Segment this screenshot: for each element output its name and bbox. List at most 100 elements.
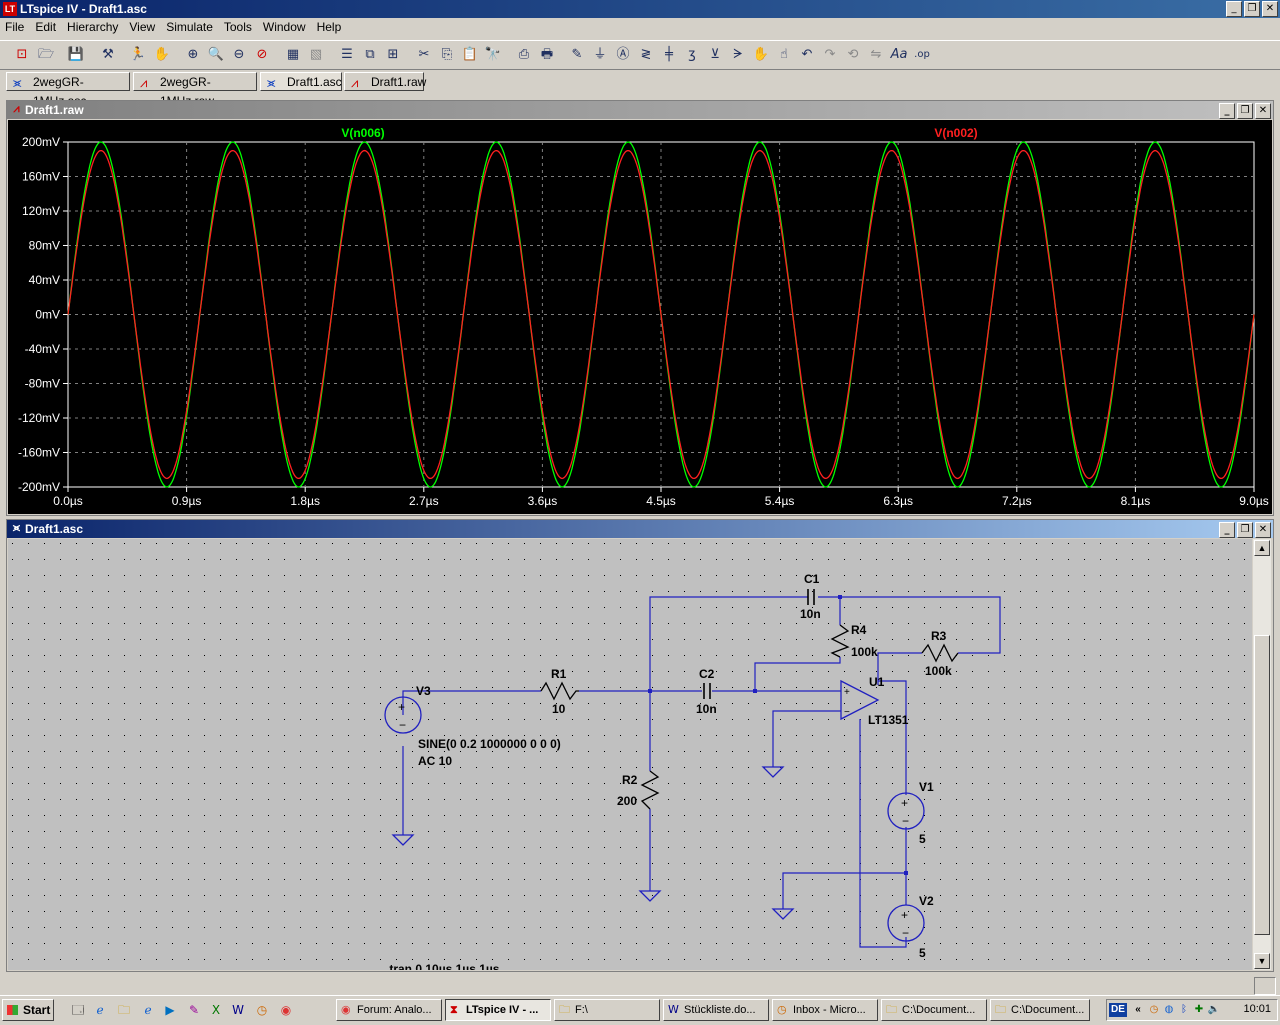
ie-icon[interactable]: ℯ <box>92 1002 108 1018</box>
print-setup-icon[interactable]: ⎙ <box>514 45 534 65</box>
bluetooth-icon[interactable]: ᛒ <box>1177 1003 1191 1017</box>
find-icon[interactable]: 🔭 <box>483 45 503 65</box>
tab-2weggr-raw[interactable]: ⩘ 2wegGR-1MHz.raw <box>133 72 257 108</box>
label-net-icon[interactable]: Ⓐ <box>613 45 633 65</box>
mark-y-icon[interactable]: ▧ <box>306 45 326 65</box>
waveform-chart[interactable]: 0.0µs 0.9µs 1.8µs 2.7µs 3.6µs 4.5µs 5.4µs 6.3µs… <box>8 120 1272 514</box>
explorer-icon[interactable]: 🗀 <box>116 1002 132 1018</box>
close-button[interactable]: ✕ <box>1262 1 1278 17</box>
zoom-box-icon[interactable]: 🔍 <box>206 45 226 65</box>
save-icon[interactable]: 💾 <box>66 45 86 65</box>
task-outlook[interactable]: ◷ Inbox - Micro... <box>772 999 878 1021</box>
start-button[interactable]: Start <box>2 999 54 1021</box>
mirror-icon[interactable]: ⇋ <box>866 45 886 65</box>
network-icon[interactable]: ◍ <box>1162 1003 1176 1017</box>
ground-icon[interactable]: ⏚ <box>590 45 610 65</box>
run-icon[interactable]: 🏃 <box>128 45 148 65</box>
scroll-up-button[interactable]: ▲ <box>1254 540 1270 556</box>
word-icon[interactable]: W <box>230 1002 246 1018</box>
waveform-minimize-button[interactable]: _ <box>1219 103 1235 119</box>
scroll-thumb[interactable] <box>1254 635 1270 935</box>
show-desktop-icon[interactable]: 🗔 <box>70 1002 86 1018</box>
cut-icon[interactable]: ✂ <box>414 45 434 65</box>
language-indicator[interactable]: DE <box>1109 1003 1127 1017</box>
minimize-button[interactable]: _ <box>1226 1 1242 17</box>
halt-icon[interactable]: ✋ <box>152 45 172 65</box>
drag-icon[interactable]: ☝ <box>774 45 794 65</box>
outlook-icon[interactable]: ◷ <box>1147 1003 1161 1017</box>
paint-icon[interactable]: ✎ <box>186 1002 202 1018</box>
task-explorer-f[interactable]: 🗀 F:\ <box>554 999 660 1021</box>
chrome-icon[interactable]: ◉ <box>278 1002 294 1018</box>
schematic-minimize-button[interactable]: _ <box>1219 522 1235 538</box>
control-panel-icon[interactable]: ⚒ <box>98 45 118 65</box>
x-tick-label: 0.9µs <box>172 494 202 508</box>
waveform-close-button[interactable]: ✕ <box>1255 103 1271 119</box>
restore-button[interactable]: ❐ <box>1244 1 1260 17</box>
print-icon[interactable]: 🖶 <box>537 45 557 65</box>
task-label: C:\Document... <box>1011 1004 1085 1016</box>
resistor-icon[interactable]: ≷ <box>636 45 656 65</box>
task-explorer-docs-2[interactable]: 🗀 C:\Document... <box>990 999 1090 1021</box>
menu-window[interactable]: Window <box>258 18 312 38</box>
schematic-vertical-scrollbar[interactable]: ▲ ▼ <box>1253 539 1271 970</box>
clock-icon[interactable]: ◷ <box>254 1002 270 1018</box>
menu-file[interactable]: File <box>0 18 30 38</box>
outlook-icon: ◷ <box>777 1003 787 1016</box>
tab-draft1-asc[interactable]: ⪤ Draft1.asc <box>260 72 342 91</box>
task-label: LTspice IV - ... <box>466 1004 539 1016</box>
redo-icon[interactable]: ↷ <box>820 45 840 65</box>
schematic-restore-button[interactable]: ❐ <box>1237 522 1253 538</box>
tray-expand-icon[interactable]: « <box>1131 1003 1145 1017</box>
waveform-restore-button[interactable]: ❐ <box>1237 103 1253 119</box>
menu-edit[interactable]: Edit <box>30 18 62 38</box>
task-explorer-docs-1[interactable]: 🗀 C:\Document... <box>881 999 987 1021</box>
tab-draft1-raw[interactable]: ⩘ Draft1.raw <box>344 72 426 91</box>
new-schematic-icon[interactable]: ⊡ <box>12 45 32 65</box>
undo-icon[interactable]: ↶ <box>797 45 817 65</box>
menu-view[interactable]: View <box>124 18 161 38</box>
antivirus-icon[interactable]: ✚ <box>1192 1003 1206 1017</box>
rotate-icon[interactable]: ⟲ <box>843 45 863 65</box>
schematic-close-button[interactable]: ✕ <box>1255 522 1271 538</box>
move-icon[interactable]: ✋ <box>751 45 771 65</box>
excel-icon[interactable]: X <box>208 1002 224 1018</box>
schematic-canvas[interactable]: + − + − + − + − V3 SINE(0 0.2 1000000 0 0 0… <box>8 539 1252 976</box>
text-icon[interactable]: Aa <box>889 45 909 65</box>
menu-simulate[interactable]: Simulate <box>161 18 219 38</box>
menu-help[interactable]: Help <box>312 18 348 38</box>
open-icon[interactable]: 🗁 <box>36 45 56 65</box>
component-icon[interactable]: ᗒ <box>728 45 748 65</box>
capacitor-icon[interactable]: ╪ <box>659 45 679 65</box>
menu-hierarchy[interactable]: Hierarchy <box>62 18 124 38</box>
paste-icon[interactable]: 📋 <box>460 45 480 65</box>
autorange-icon[interactable]: ▦ <box>283 45 303 65</box>
inductor-icon[interactable]: ʒ <box>682 45 702 65</box>
diode-icon[interactable]: ⊻ <box>705 45 725 65</box>
menu-tools[interactable]: Tools <box>219 18 258 38</box>
schematic-drawing[interactable]: + − + − + − + − V3 SINE(0 0.2 1000000 0 0 0… <box>8 539 1252 976</box>
x-tick-label: 2.7µs <box>409 494 439 508</box>
spice-directive-icon[interactable]: .op <box>912 45 932 65</box>
task-word[interactable]: W Stückliste.do... <box>663 999 769 1021</box>
waveform-icon: ⩘ <box>351 76 359 91</box>
task-chrome[interactable]: ◉ Forum: Analo... <box>336 999 442 1021</box>
zoom-out-icon[interactable]: ⊖ <box>229 45 249 65</box>
scroll-down-button[interactable]: ▼ <box>1254 953 1270 969</box>
volume-icon[interactable]: 🔈 <box>1207 1003 1221 1017</box>
cascade-icon[interactable]: ⧉ <box>360 45 380 65</box>
tile-icon[interactable]: ⊞ <box>383 45 403 65</box>
ie-icon[interactable]: ℯ <box>140 1002 156 1018</box>
status-bar <box>0 975 1280 995</box>
zoom-cancel-icon[interactable]: ⊘ <box>252 45 272 65</box>
tile-horizontal-icon[interactable]: ☰ <box>337 45 357 65</box>
spice-directive-text[interactable]: .tran 0 10µs 1µs 1µs <box>386 962 500 976</box>
task-ltspice[interactable]: ⧗ LTspice IV - ... <box>445 999 551 1021</box>
copy-icon[interactable]: ⎘ <box>437 45 457 65</box>
media-icon[interactable]: ▶ <box>162 1002 178 1018</box>
tab-2weggr-asc[interactable]: ⪤ 2wegGR-1MHz.asc <box>6 72 130 108</box>
waveform-plot-area[interactable]: 0.0µs 0.9µs 1.8µs 2.7µs 3.6µs 4.5µs 5.4µs 6.3µs… <box>8 120 1272 514</box>
wire-icon[interactable]: ✎ <box>567 45 587 65</box>
legend-vn006: V(n006) <box>341 126 384 140</box>
zoom-in-icon[interactable]: ⊕ <box>183 45 203 65</box>
